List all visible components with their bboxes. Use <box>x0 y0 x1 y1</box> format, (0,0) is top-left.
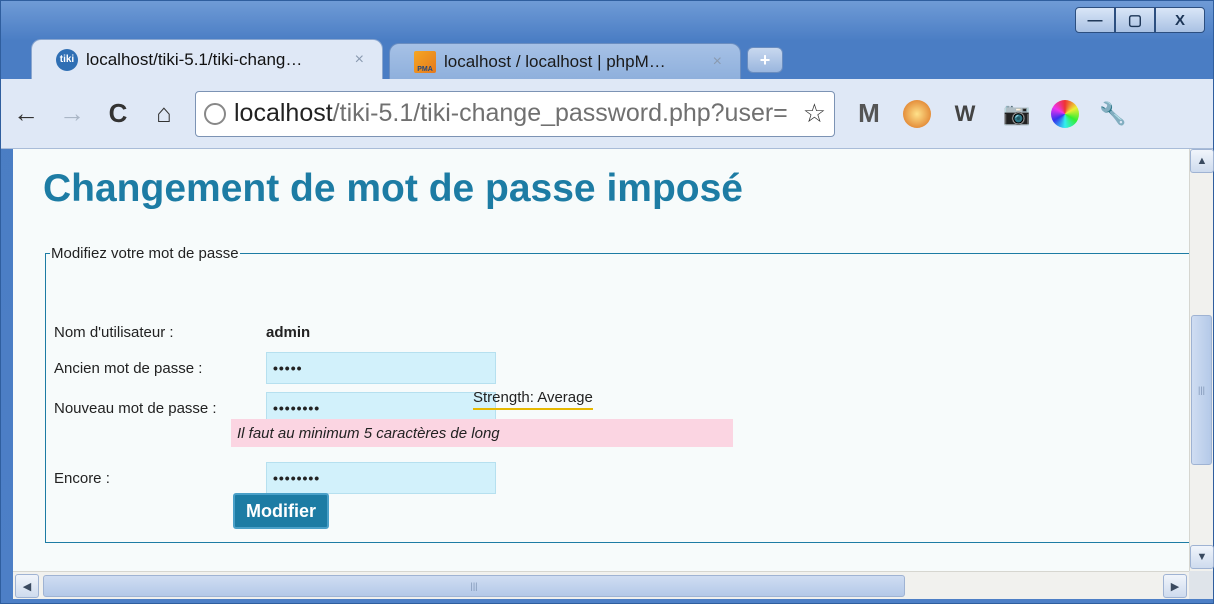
tab-tiki-change-password[interactable]: tiki localhost/tiki-5.1/tiki-chang… × <box>31 39 383 79</box>
address-bar[interactable]: localhost/tiki-5.1/tiki-change_password.… <box>195 90 835 137</box>
vertical-scroll-thumb[interactable]: ||| <box>1191 315 1212 465</box>
page-title: Changement de mot de passe imposé <box>43 167 744 210</box>
back-arrow-icon[interactable]: ← <box>11 98 41 129</box>
scroll-down-icon[interactable]: ▼ <box>1190 545 1214 569</box>
tiki-favicon-icon: tiki <box>56 48 78 71</box>
password-strength-indicator: Strength: Average <box>473 389 593 410</box>
password-length-error: Il faut au minimum 5 caractères de long <box>231 419 733 447</box>
tab-close-icon[interactable]: × <box>355 51 364 69</box>
new-tab-button[interactable]: + <box>747 47 783 73</box>
scroll-up-icon[interactable]: ▲ <box>1190 149 1214 173</box>
username-row: Nom d'utilisateur : admin <box>54 324 310 341</box>
browser-window: — ▢ X tiki localhost/tiki-5.1/tiki-chang… <box>0 0 1214 604</box>
tab-title: localhost/tiki-5.1/tiki-chang… <box>86 49 303 69</box>
url-host: localhost <box>234 99 333 127</box>
username-label: Nom d'utilisateur : <box>54 324 174 341</box>
tab-phpmyadmin[interactable]: PMA localhost / localhost | phpM… × <box>389 43 741 79</box>
window-controls: — ▢ X <box>1075 7 1205 33</box>
modify-button[interactable]: Modifier <box>233 493 329 529</box>
scroll-right-icon[interactable]: ▶ <box>1163 574 1187 598</box>
wikipedia-icon[interactable]: W <box>947 101 983 127</box>
home-icon[interactable]: ⌂ <box>149 98 179 129</box>
wrench-icon[interactable]: 🔧 <box>1095 101 1131 127</box>
close-window-button[interactable]: X <box>1155 7 1205 33</box>
username-value: admin <box>266 324 311 341</box>
vertical-scrollbar[interactable]: ▲ ||| ▼ <box>1189 149 1214 571</box>
old-password-field[interactable]: ••••• <box>266 352 496 384</box>
browser-toolbar: ← → C ⌂ localhost/tiki-5.1/tiki-change_p… <box>1 79 1213 149</box>
bookmark-star-icon[interactable]: ☆ <box>803 98 826 129</box>
color-picker-icon[interactable] <box>1051 99 1079 128</box>
reload-icon[interactable]: C <box>103 98 133 129</box>
url-text: localhost/tiki-5.1/tiki-change_password.… <box>234 99 795 128</box>
confirm-password-row: Encore : •••••••• <box>54 462 496 494</box>
confirm-password-field[interactable]: •••••••• <box>266 462 496 494</box>
old-password-row: Ancien mot de passe : ••••• <box>54 352 496 384</box>
radio-extension-icon[interactable] <box>903 99 931 128</box>
horizontal-scroll-thumb[interactable]: ||| <box>43 575 905 597</box>
camera-icon[interactable]: 📷 <box>999 101 1035 127</box>
tab-title: localhost / localhost | phpM… <box>444 51 666 71</box>
globe-icon <box>204 102 226 125</box>
minimize-button[interactable]: — <box>1075 7 1115 33</box>
horizontal-scrollbar[interactable]: ◀ ||| ▶ <box>13 571 1189 599</box>
new-password-label: Nouveau mot de passe : <box>54 399 217 417</box>
url-path: /tiki-5.1/tiki-change_password.php?user= <box>332 99 788 127</box>
maximize-button[interactable]: ▢ <box>1115 7 1155 33</box>
tab-strip: tiki localhost/tiki-5.1/tiki-chang… × PM… <box>31 39 783 79</box>
tab-close-icon[interactable]: × <box>713 53 722 71</box>
scrollbar-corner <box>1189 571 1213 599</box>
scroll-left-icon[interactable]: ◀ <box>15 574 39 598</box>
gmail-checker-icon[interactable]: M <box>851 98 887 129</box>
fieldset-legend: Modifiez votre mot de passe <box>51 245 239 262</box>
page-viewport: Changement de mot de passe imposé Modifi… <box>13 149 1189 571</box>
change-password-fieldset: Modifiez votre mot de passe Nom d'utilis… <box>45 245 1189 543</box>
old-password-label: Ancien mot de passe : <box>54 359 203 377</box>
confirm-password-label: Encore : <box>54 469 110 487</box>
phpmyadmin-favicon-icon: PMA <box>414 50 436 73</box>
forward-arrow-icon[interactable]: → <box>57 98 87 129</box>
